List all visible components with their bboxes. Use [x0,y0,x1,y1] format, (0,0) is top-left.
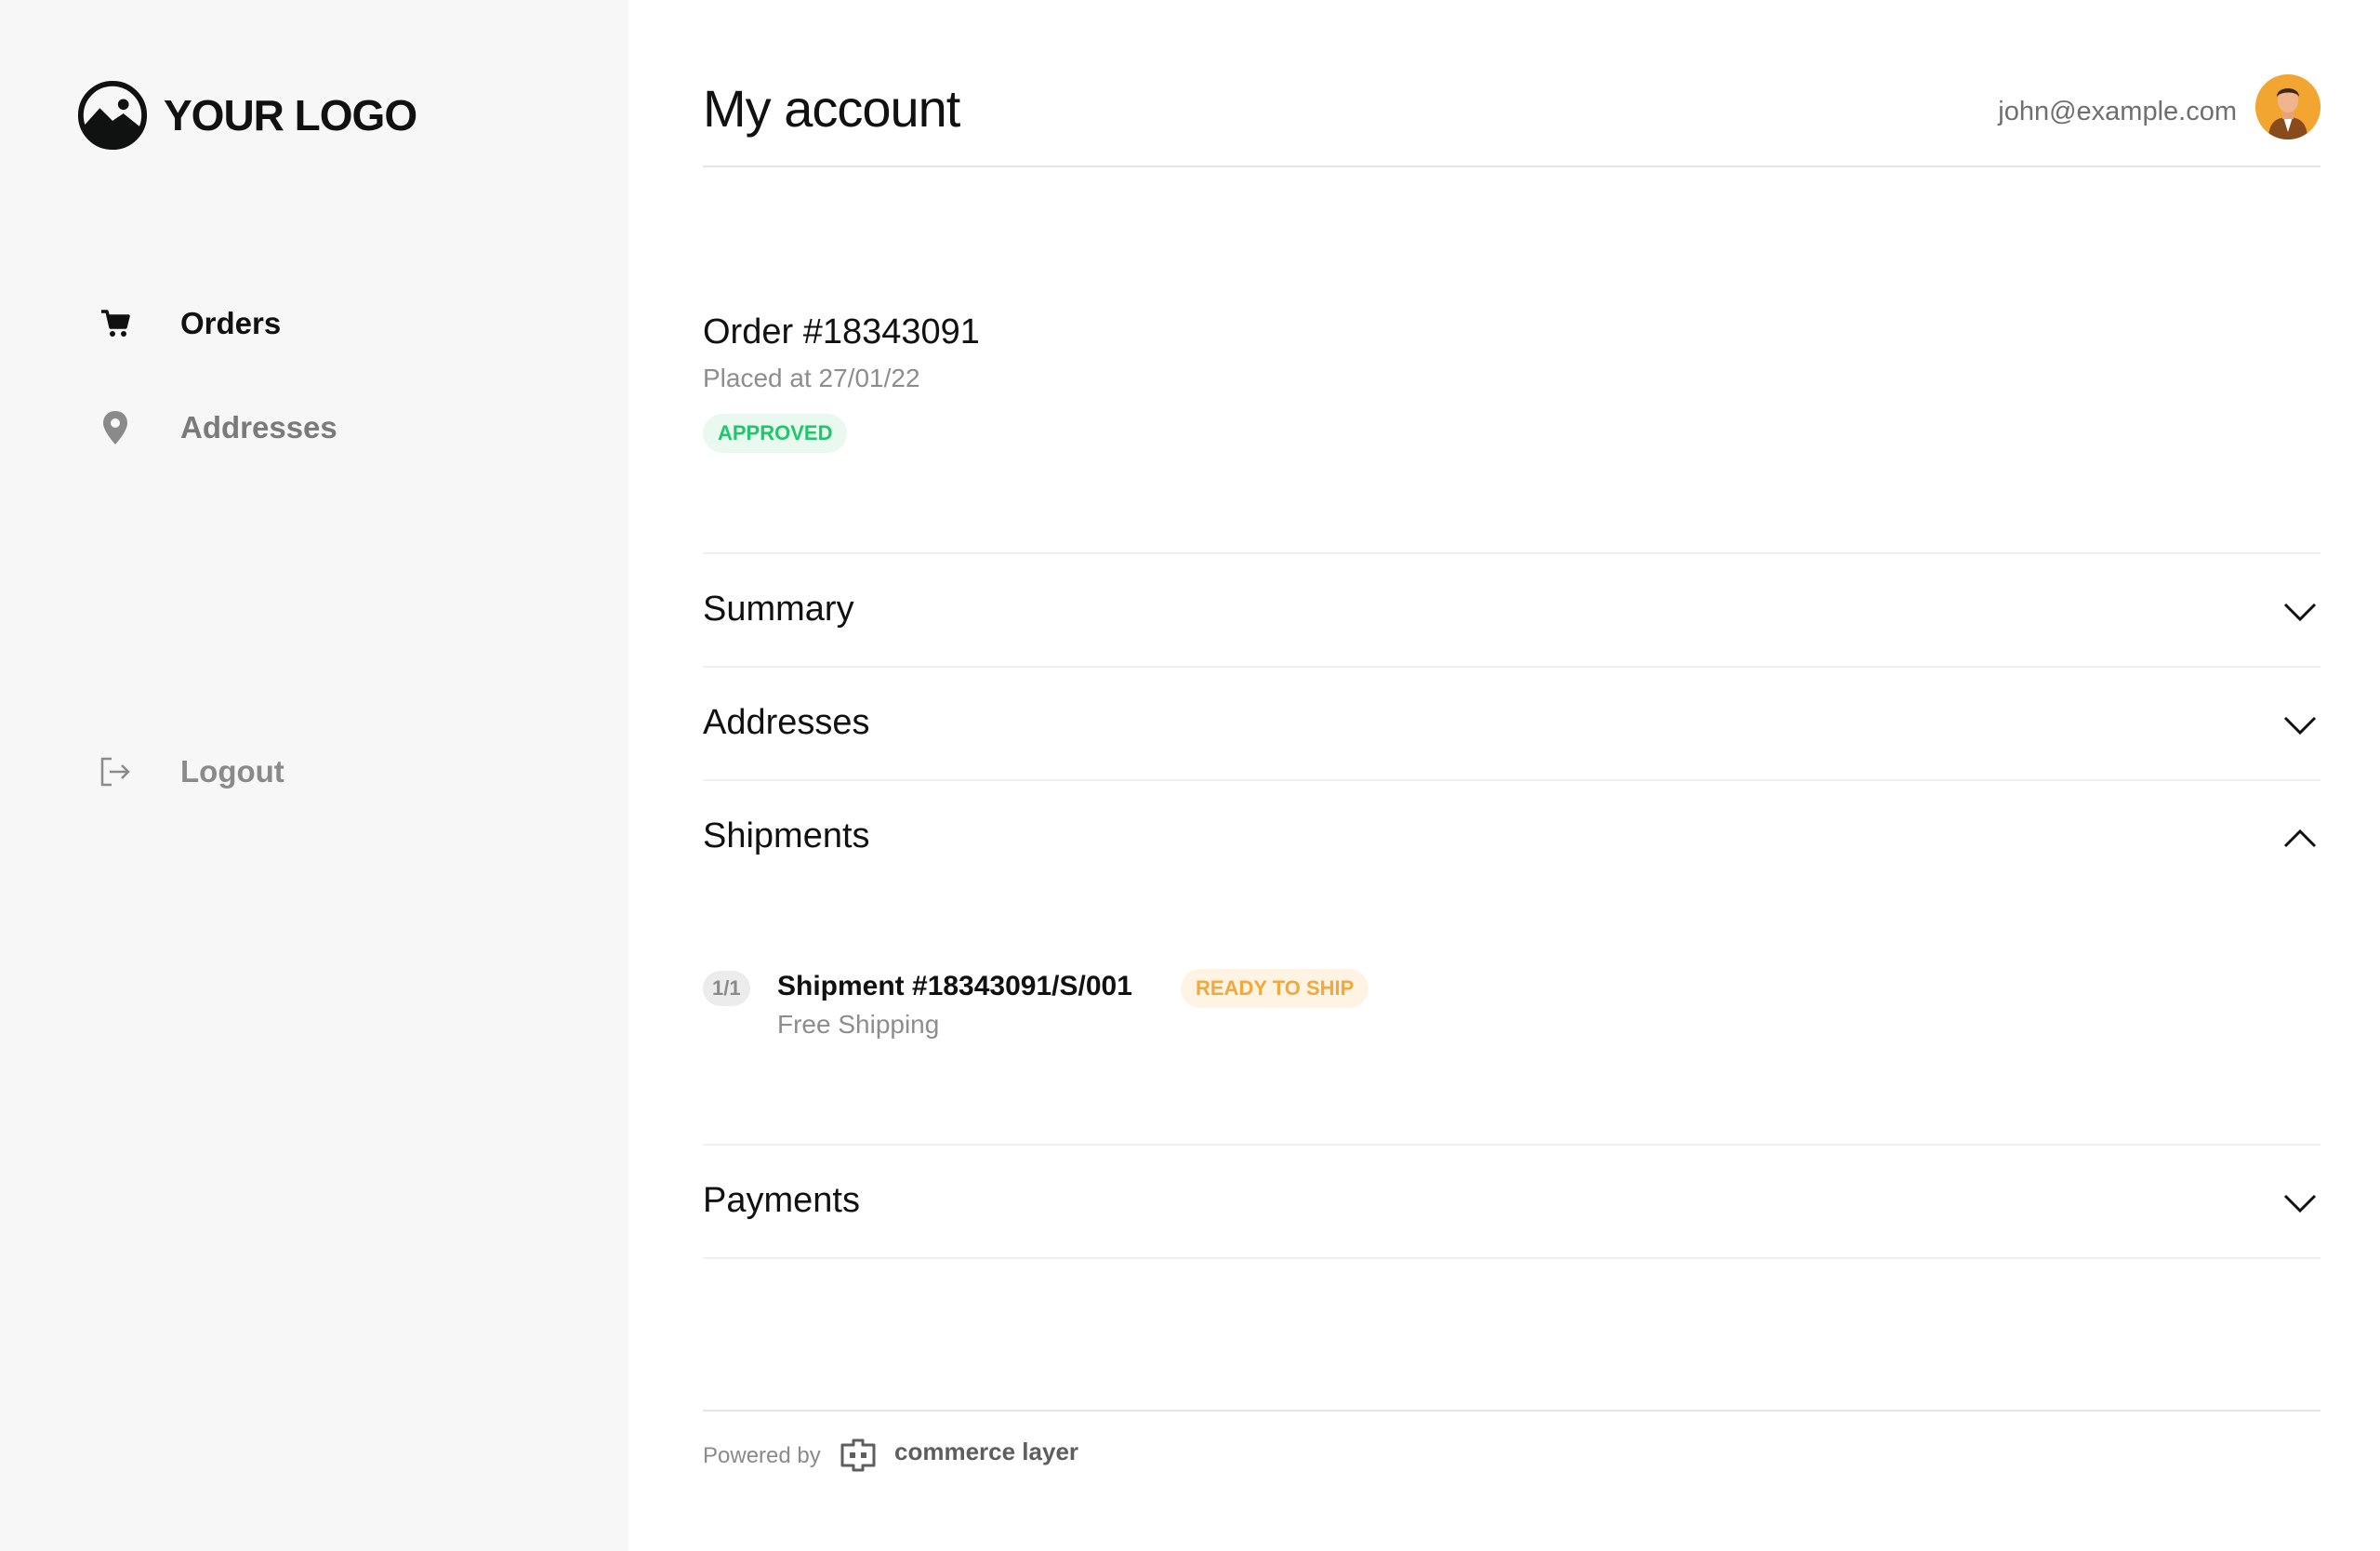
shipment-panel: 1/1 Shipment #18343091/S/001 READY TO SH… [703,895,2320,1146]
section-addresses[interactable]: Addresses [703,668,2320,781]
sidebar-item-orders[interactable]: Orders [97,298,281,350]
page-header: My account john@example.com [703,74,2320,167]
chevron-down-icon [2283,1194,2317,1213]
order-accordion: Summary Addresses Shipments 1/1 Shipment… [703,552,2320,1259]
sidebar-item-label: Addresses [180,410,337,444]
logo-icon [77,80,148,151]
order-heading: Order #18343091 Placed at 27/01/22 APPRO… [703,312,980,453]
logout-label: Logout [180,754,284,789]
shipment-title: Shipment #18343091/S/001 [777,971,1132,1001]
section-shipments[interactable]: Shipments [703,781,2320,895]
app-root: YOUR LOGO Orders Addresses Logout My acc… [0,0,2380,1551]
status-badge: APPROVED [703,414,848,453]
section-summary[interactable]: Summary [703,554,2320,668]
page-title: My account [703,79,960,138]
chevron-down-icon [2283,716,2317,736]
cart-icon [97,305,134,342]
section-title: Payments [703,1181,860,1220]
chevron-up-icon [2283,829,2317,848]
powered-by-label: Powered by [703,1443,821,1468]
logout-icon [97,753,134,790]
footer: Powered by commerce layer [703,1410,2320,1503]
logo-text: YOUR LOGO [164,91,417,139]
sidebar-item-addresses[interactable]: Addresses [97,402,337,454]
user-email: john@example.com [1998,97,2237,126]
order-number: Order #18343091 [703,312,980,351]
section-title: Summary [703,590,854,629]
sidebar-item-label: Orders [180,306,282,340]
section-payments[interactable]: Payments [703,1146,2320,1259]
chevron-down-icon [2283,603,2317,622]
location-pin-icon [97,409,134,446]
sidebar: YOUR LOGO Orders Addresses Logout [0,0,628,1551]
section-title: Addresses [703,703,870,742]
commerce-layer-link[interactable]: commerce layer [894,1438,1078,1466]
section-title: Shipments [703,816,870,855]
logo[interactable]: YOUR LOGO [76,78,417,152]
logout-button[interactable]: Logout [97,746,284,798]
order-placed-date: Placed at 27/01/22 [703,364,920,392]
avatar[interactable] [2255,74,2320,139]
shipment-status-badge: READY TO SHIP [1181,969,1369,1008]
shipment-count-badge: 1/1 [703,971,750,1006]
commerce-layer-icon [840,1438,876,1472]
main-content: My account john@example.com Order #18343… [703,0,2320,1551]
shipping-method: Free Shipping [777,1010,940,1039]
